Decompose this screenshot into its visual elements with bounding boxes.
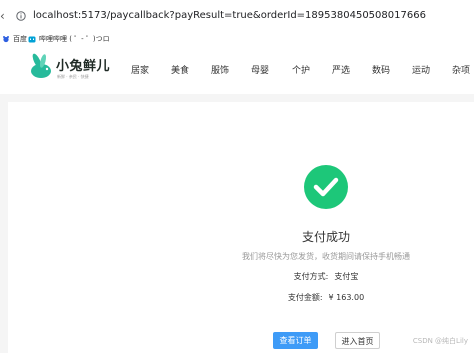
- browser-address-bar: ‹ localhost:5173/paycallback?payResult=t…: [0, 0, 474, 32]
- url-field[interactable]: localhost:5173/paycallback?payResult=tru…: [33, 9, 426, 23]
- nav-item-selection[interactable]: 严选: [332, 63, 350, 76]
- bookmarks-bar: 百度 哔哩哔哩 ( ゜- ゜)つロ: [0, 32, 474, 46]
- back-arrow-icon[interactable]: ‹: [0, 9, 8, 23]
- bookmark-baidu[interactable]: 百度: [2, 33, 27, 45]
- nav-item-misc[interactable]: 杂项: [452, 63, 470, 76]
- site-header: 小兔鲜儿 新鲜 · 亲民 · 快捷 居家 美食 服饰 母婴 个护 严选 数码 运…: [0, 46, 474, 94]
- pay-amount-row: 支付金额: ¥ 163.00: [0, 292, 474, 303]
- pay-method-label: 支付方式:: [293, 272, 329, 281]
- pay-success-title: 支付成功: [301, 230, 350, 244]
- bookmark-bilibili[interactable]: 哔哩哔哩 ( ゜- ゜)つロ: [28, 33, 110, 45]
- delivery-notice: 我们将尽快为您发货，收货期间请保持手机畅通: [242, 252, 410, 261]
- success-check-icon: [304, 165, 348, 209]
- site-info-icon[interactable]: [16, 11, 26, 21]
- bookmark-label: 哔哩哔哩 ( ゜- ゜)つロ: [39, 35, 110, 43]
- pay-amount-value: ¥ 163.00: [328, 293, 365, 302]
- baidu-icon: [3, 36, 9, 43]
- go-home-button[interactable]: 进入首页: [335, 332, 380, 349]
- logo-slogan: 新鲜 · 亲民 · 快捷: [57, 74, 89, 79]
- pay-method-row: 支付方式: 支付宝: [0, 271, 474, 282]
- view-order-button[interactable]: 查看订单: [273, 332, 318, 349]
- site-logo[interactable]: 小兔鲜儿 新鲜 · 亲民 · 快捷: [28, 51, 114, 87]
- bilibili-icon: [28, 36, 36, 43]
- rabbit-logo-icon: [31, 53, 51, 78]
- nav-item-sports[interactable]: 运动: [412, 63, 430, 76]
- nav-item-home[interactable]: 居家: [131, 63, 149, 76]
- logo-title: 小兔鲜儿: [56, 59, 111, 74]
- nav-item-care[interactable]: 个护: [292, 63, 310, 76]
- bookmark-label: 百度: [13, 35, 27, 43]
- nav-item-digital[interactable]: 数码: [372, 63, 390, 76]
- nav-item-food[interactable]: 美食: [171, 63, 189, 76]
- nav-item-baby[interactable]: 母婴: [251, 63, 269, 76]
- pay-amount-label: 支付金额:: [287, 293, 323, 302]
- nav-item-clothing[interactable]: 服饰: [211, 63, 229, 76]
- csdn-watermark: CSDN @纯白Lily: [412, 337, 468, 345]
- pay-method-value: 支付宝: [334, 272, 359, 281]
